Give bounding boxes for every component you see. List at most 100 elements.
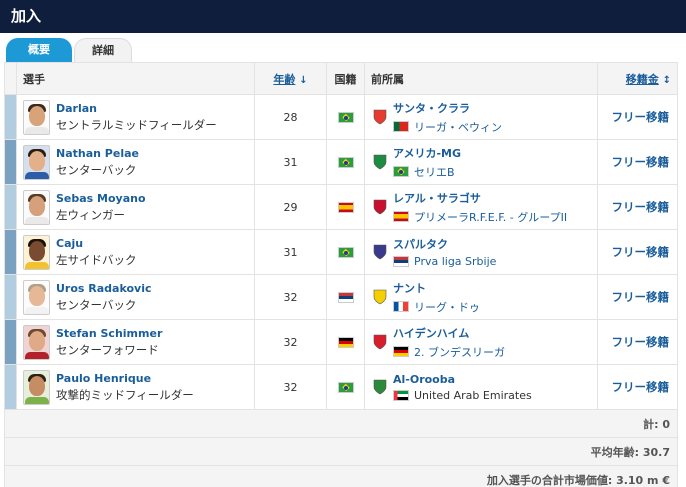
league-name-link[interactable]: リーガ・ベウィン [414,119,502,135]
club-name-link[interactable]: レアル・サラゴサ [393,190,567,206]
player-position: 左ウィンガー [56,207,125,222]
player-photo[interactable] [23,324,50,360]
tab-details[interactable]: 詳細 [74,38,132,62]
row-indicator [4,364,17,410]
player-age: 29 [254,184,327,230]
summary-market-value: 加入選手の合計市場価値: 3.10 m € [4,465,678,487]
club-crest-icon[interactable] [373,154,387,170]
nationality-flag-icon [337,202,354,213]
league-name-link[interactable]: プリメーラR.F.E.F. - グループII [414,209,567,225]
nationality-flag-icon [337,247,354,258]
league-name-link[interactable]: 2. ブンデスリーガ [414,344,505,360]
header-nationality: 国籍 [326,62,365,95]
player-name-link[interactable]: Nathan Pelae [56,147,139,160]
player-photo[interactable] [23,99,50,135]
tab-bar: 概要 詳細 [0,33,686,62]
table-row: Nathan Pelae センターバック 31 アメリカ-MG セリエB フリー… [4,139,678,185]
row-indicator [4,184,17,230]
club-crest-icon[interactable] [373,199,387,215]
player-photo[interactable] [23,189,50,225]
transfer-fee-link[interactable]: フリー移籍 [597,184,678,230]
player-position: センターフォワード [56,342,159,357]
summary-total-row: 計: 0 [4,409,678,438]
league-flag-icon [393,389,409,401]
table-row: Caju 左サイドバック 31 スパルタク Prva liga Srbije フ… [4,229,678,275]
header-former-club: 前所属 [364,62,598,95]
player-age: 31 [254,229,327,275]
league-name-link[interactable]: リーグ・ドゥ [414,299,480,315]
player-cell: Darlan セントラルミッドフィールダー [16,94,255,140]
section-header: 加入 [0,0,686,33]
former-club-cell: Al-Orooba United Arab Emirates [364,364,598,410]
club-crest-icon[interactable] [373,244,387,260]
player-cell: Paulo Henrique 攻撃的ミッドフィールダー [16,364,255,410]
transfer-fee-link[interactable]: フリー移籍 [597,139,678,185]
player-name-link[interactable]: Uros Radakovic [56,282,152,295]
league-name-link[interactable]: Prva liga Srbije [414,255,496,268]
former-club-cell: サンタ・クララ リーガ・ベウィン [364,94,598,140]
transfer-fee-link[interactable]: フリー移籍 [597,364,678,410]
row-indicator [4,319,17,365]
player-cell: Caju 左サイドバック [16,229,255,275]
player-position: 攻撃的ミッドフィールダー [56,387,194,402]
player-photo[interactable] [23,144,50,180]
header-age[interactable]: 年齢 ↓ [254,62,327,95]
table-row: Stefan Schimmer センターフォワード 32 ハイデンハイム 2. … [4,319,678,365]
nationality-cell [326,274,365,320]
former-club-cell: レアル・サラゴサ プリメーラR.F.E.F. - グループII [364,184,598,230]
summary-value-row: 加入選手の合計市場価値: 3.10 m € [4,465,678,487]
player-name-link[interactable]: Caju [56,237,137,250]
club-crest-icon[interactable] [373,334,387,350]
nationality-flag-icon [337,292,354,303]
club-name-link[interactable]: Al-Orooba [393,373,532,386]
table-row: Darlan セントラルミッドフィールダー 28 サンタ・クララ リーガ・ベウィ… [4,94,678,140]
sort-age-link[interactable]: 年齢 [273,73,295,86]
table-row: Paulo Henrique 攻撃的ミッドフィールダー 32 Al-Orooba… [4,364,678,410]
transfers-table: 選手 年齢 ↓ 国籍 前所属 移籍金 ↕ Darlan セントラルミッドフィール… [4,62,678,487]
player-cell: Stefan Schimmer センターフォワード [16,319,255,365]
nationality-flag-icon [337,112,354,123]
former-club-cell: アメリカ-MG セリエB [364,139,598,185]
player-age: 32 [254,319,327,365]
transfer-fee-link[interactable]: フリー移籍 [597,319,678,365]
club-crest-icon[interactable] [373,379,387,395]
player-position: 左サイドバック [56,252,137,267]
league-flag-icon [393,346,409,357]
row-indicator [4,94,17,140]
sort-fee-link[interactable]: 移籍金 [626,73,659,86]
player-name-link[interactable]: Paulo Henrique [56,372,194,385]
header-fee[interactable]: 移籍金 ↕ [597,62,678,95]
club-name-link[interactable]: スパルタク [393,236,496,252]
player-name-link[interactable]: Sebas Moyano [56,192,146,205]
nationality-flag-icon [337,382,354,393]
tab-overview[interactable]: 概要 [6,38,72,62]
club-name-link[interactable]: サンタ・クララ [393,100,502,116]
transfer-fee-link[interactable]: フリー移籍 [597,94,678,140]
club-crest-icon[interactable] [373,109,387,125]
transfer-fee-link[interactable]: フリー移籍 [597,229,678,275]
player-photo[interactable] [23,234,50,270]
transfer-fee-link[interactable]: フリー移籍 [597,274,678,320]
player-position: センターバック [56,297,137,312]
club-name-link[interactable]: ナント [393,280,480,296]
club-name-link[interactable]: ハイデンハイム [393,325,505,341]
club-name-link[interactable]: アメリカ-MG [393,145,461,161]
league-name-link[interactable]: United Arab Emirates [414,389,532,402]
player-position: セントラルミッドフィールダー [56,117,217,132]
player-name-link[interactable]: Darlan [56,102,217,115]
player-photo[interactable] [23,369,50,405]
former-club-cell: ナント リーグ・ドゥ [364,274,598,320]
club-crest-icon[interactable] [373,289,387,305]
league-name-link[interactable]: セリエB [414,164,455,180]
nationality-cell [326,94,365,140]
league-flag-icon [393,256,409,267]
player-photo[interactable] [23,279,50,315]
section-title: 加入 [11,7,42,25]
player-cell: Sebas Moyano 左ウィンガー [16,184,255,230]
sort-desc-icon: ↓ [299,74,308,86]
league-flag-icon [393,121,409,132]
player-age: 32 [254,274,327,320]
player-name-link[interactable]: Stefan Schimmer [56,327,162,340]
header-player: 選手 [16,62,255,95]
row-indicator [4,139,17,185]
